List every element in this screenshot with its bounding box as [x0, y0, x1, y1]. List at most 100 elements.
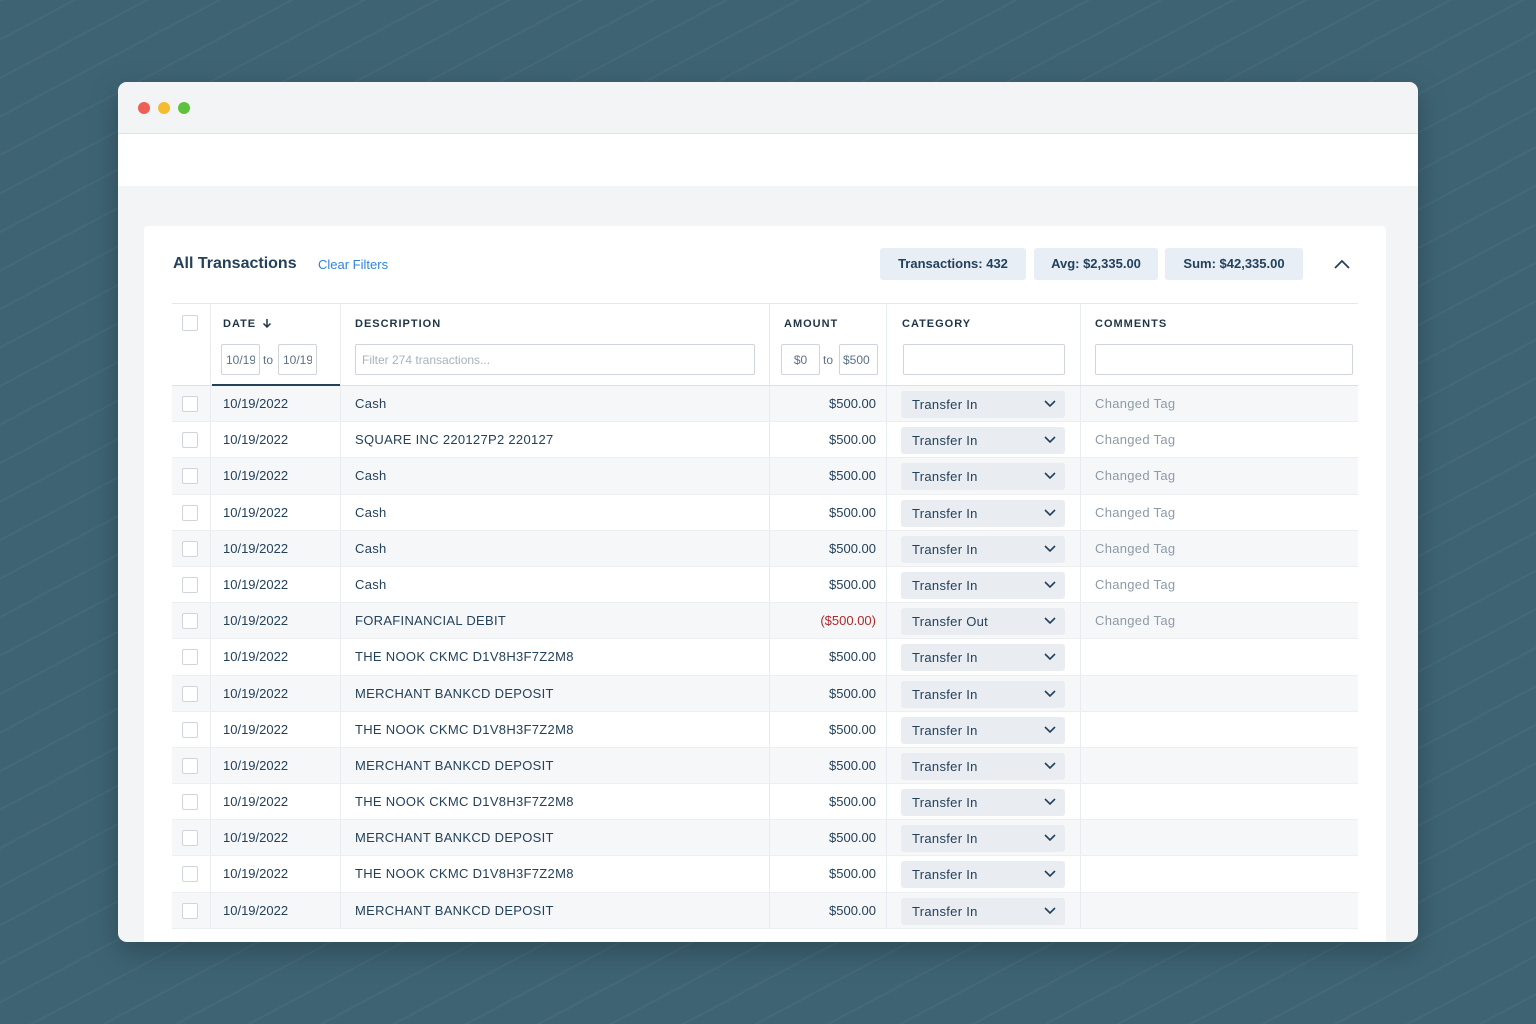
row-date: 10/19/2022 — [223, 432, 289, 448]
table-row[interactable]: 10/19/2022 MERCHANT BANKCD DEPOSIT $500.… — [172, 675, 1358, 712]
table-row[interactable]: 10/19/2022 MERCHANT BANKCD DEPOSIT $500.… — [172, 892, 1358, 929]
maximize-window-button[interactable] — [178, 102, 190, 114]
description-column-header[interactable]: DESCRIPTION — [355, 318, 441, 330]
row-comment[interactable]: Changed Tag — [1095, 603, 1175, 639]
row-category-select[interactable]: Transfer In — [901, 535, 1065, 563]
description-filter-input[interactable] — [355, 344, 755, 375]
row-checkbox[interactable] — [182, 721, 198, 738]
row-description: Cash — [355, 468, 387, 484]
card-header: All Transactions Clear Filters Transacti… — [144, 226, 1386, 304]
row-category-value: Transfer In — [912, 469, 978, 485]
date-from-input[interactable] — [221, 344, 260, 375]
table-row[interactable]: 10/19/2022 FORAFINANCIAL DEBIT ($500.00)… — [172, 603, 1358, 640]
row-category-select[interactable]: Transfer In — [901, 897, 1065, 925]
row-checkbox[interactable] — [182, 540, 198, 557]
top-nav-bar — [118, 134, 1418, 186]
category-filter-input[interactable] — [903, 344, 1065, 375]
row-checkbox[interactable] — [182, 576, 198, 593]
row-category-select[interactable]: Transfer In — [901, 571, 1065, 599]
table-row[interactable]: 10/19/2022 THE NOOK CKMC D1V8H3F7Z2M8 $5… — [172, 856, 1358, 893]
amount-to-input[interactable] — [839, 344, 878, 375]
transactions-table: DATE DESCRIPTION AMOUNT CATEGORY COMMENT… — [172, 303, 1358, 929]
table-row[interactable]: 10/19/2022 THE NOOK CKMC D1V8H3F7Z2M8 $5… — [172, 639, 1358, 676]
table-row[interactable]: 10/19/2022 Cash $500.00 Transfer In Chan… — [172, 566, 1358, 604]
row-description: THE NOOK CKMC D1V8H3F7Z2M8 — [355, 721, 574, 737]
row-description: FORAFINANCIAL DEBIT — [355, 613, 507, 629]
row-checkbox[interactable] — [182, 649, 198, 666]
chevron-down-icon — [1044, 689, 1056, 697]
row-checkbox[interactable] — [182, 830, 198, 847]
row-comment[interactable]: Changed Tag — [1095, 567, 1175, 603]
row-category-value: Transfer In — [912, 505, 978, 521]
table-row[interactable]: 10/19/2022 Cash $500.00 Transfer In Chan… — [172, 494, 1358, 531]
row-category-select[interactable]: Transfer In — [901, 825, 1065, 853]
row-category-value: Transfer In — [912, 722, 978, 738]
row-comment[interactable]: Changed Tag — [1095, 422, 1175, 458]
row-amount: $500.00 — [829, 757, 876, 773]
comments-column-header[interactable]: COMMENTS — [1095, 318, 1167, 330]
row-category-select[interactable]: Transfer Out — [901, 608, 1065, 636]
title-bar — [118, 82, 1418, 134]
row-category-select[interactable]: Transfer In — [901, 861, 1065, 889]
amount-from-input[interactable] — [781, 344, 820, 375]
row-category-value: Transfer In — [912, 577, 978, 593]
row-checkbox[interactable] — [182, 902, 198, 919]
row-category-value: Transfer In — [912, 541, 978, 557]
row-checkbox[interactable] — [182, 396, 198, 412]
table-row[interactable]: 10/19/2022 SQUARE INC 220127P2 220127 $5… — [172, 422, 1358, 459]
row-comment[interactable]: Changed Tag — [1095, 495, 1175, 531]
row-category-select[interactable]: Transfer In — [901, 499, 1065, 527]
chevron-down-icon — [1044, 508, 1056, 516]
row-date: 10/19/2022 — [223, 721, 289, 737]
row-checkbox[interactable] — [182, 685, 198, 702]
row-comment[interactable]: Changed Tag — [1095, 386, 1175, 422]
row-checkbox[interactable] — [182, 504, 198, 521]
table-row[interactable]: 10/19/2022 THE NOOK CKMC D1V8H3F7Z2M8 $5… — [172, 784, 1358, 821]
row-category-select[interactable]: Transfer In — [901, 427, 1065, 455]
row-amount: $500.00 — [829, 540, 876, 556]
amount-column-header[interactable]: AMOUNT — [784, 318, 838, 330]
row-checkbox[interactable] — [182, 866, 198, 883]
row-comment[interactable]: Changed Tag — [1095, 458, 1175, 494]
row-amount: $500.00 — [829, 396, 876, 411]
table-row[interactable]: 10/19/2022 THE NOOK CKMC D1V8H3F7Z2M8 $5… — [172, 711, 1358, 748]
row-description: MERCHANT BANKCD DEPOSIT — [355, 830, 554, 846]
date-to-input[interactable] — [278, 344, 317, 375]
row-description: THE NOOK CKMC D1V8H3F7Z2M8 — [355, 649, 574, 665]
row-category-value: Transfer In — [912, 903, 978, 919]
row-checkbox[interactable] — [182, 468, 198, 485]
row-checkbox[interactable] — [182, 757, 198, 774]
table-row[interactable]: 10/19/2022 MERCHANT BANKCD DEPOSIT $500.… — [172, 820, 1358, 857]
table-row[interactable]: 10/19/2022 Cash $500.00 Transfer In Chan… — [172, 386, 1358, 423]
select-all-checkbox[interactable] — [182, 315, 198, 331]
table-row[interactable]: 10/19/2022 Cash $500.00 Transfer In Chan… — [172, 458, 1358, 495]
row-description: Cash — [355, 540, 387, 556]
row-category-select[interactable]: Transfer In — [901, 644, 1065, 672]
row-category-select[interactable]: Transfer In — [901, 752, 1065, 780]
row-comment[interactable]: Changed Tag — [1095, 531, 1175, 567]
chevron-down-icon — [1044, 870, 1056, 878]
row-category-select[interactable]: Transfer In — [901, 391, 1065, 418]
close-window-button[interactable] — [138, 102, 150, 114]
comments-filter-input[interactable] — [1095, 344, 1353, 375]
row-checkbox[interactable] — [182, 432, 198, 449]
row-category-select[interactable]: Transfer In — [901, 680, 1065, 708]
row-description: Cash — [355, 576, 387, 592]
row-date: 10/19/2022 — [223, 902, 289, 918]
row-category-select[interactable]: Transfer In — [901, 463, 1065, 491]
row-category-select[interactable]: Transfer In — [901, 789, 1065, 817]
row-checkbox[interactable] — [182, 794, 198, 811]
row-checkbox[interactable] — [182, 613, 198, 630]
date-column-header[interactable]: DATE — [223, 318, 272, 330]
chevron-down-icon — [1044, 472, 1056, 480]
row-category-select[interactable]: Transfer In — [901, 716, 1065, 744]
chevron-down-icon — [1044, 436, 1056, 444]
row-amount: ($500.00) — [820, 613, 876, 629]
row-date: 10/19/2022 — [223, 830, 289, 846]
chevron-up-icon[interactable] — [1332, 256, 1352, 272]
table-row[interactable]: 10/19/2022 MERCHANT BANKCD DEPOSIT $500.… — [172, 747, 1358, 785]
category-column-header[interactable]: CATEGORY — [902, 318, 971, 330]
clear-filters-link[interactable]: Clear Filters — [318, 257, 388, 272]
minimize-window-button[interactable] — [158, 102, 170, 114]
table-row[interactable]: 10/19/2022 Cash $500.00 Transfer In Chan… — [172, 530, 1358, 567]
